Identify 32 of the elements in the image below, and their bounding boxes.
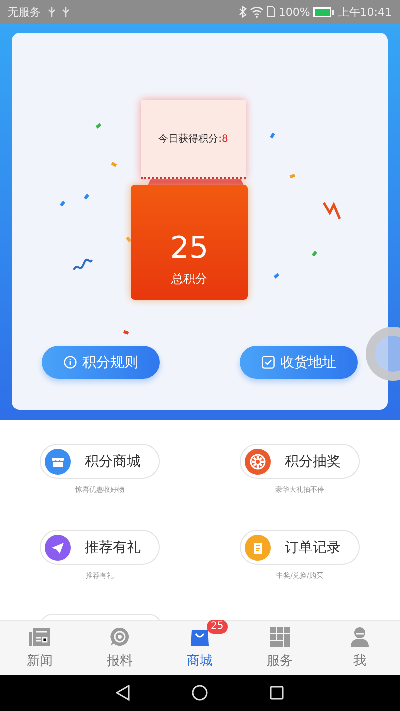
user-icon bbox=[351, 627, 369, 647]
feature-button[interactable]: 积分商城 bbox=[40, 444, 160, 479]
feature-button[interactable]: 积分抽奖 bbox=[240, 444, 360, 479]
grid-icon bbox=[270, 627, 290, 647]
total-points: 25 bbox=[170, 232, 209, 265]
carrier-text: 无服务 bbox=[8, 4, 41, 20]
wifi-icon bbox=[250, 6, 264, 18]
today-points-text: 今日获得积分:8 bbox=[158, 132, 228, 146]
sim-icon bbox=[266, 6, 276, 18]
info-icon bbox=[64, 356, 76, 369]
tab[interactable]: 新闻 bbox=[0, 621, 80, 675]
checkbox-icon bbox=[262, 356, 274, 369]
action-button[interactable]: 积分规则 bbox=[42, 346, 160, 379]
chat-target-icon bbox=[110, 627, 130, 647]
recents-icon[interactable] bbox=[270, 686, 284, 700]
battery-text: 100% bbox=[278, 6, 310, 18]
tab[interactable]: 我 bbox=[320, 621, 400, 675]
tab[interactable]: 服务 bbox=[240, 621, 320, 675]
battery-icon bbox=[313, 6, 336, 18]
tab[interactable]: 25 商城 bbox=[160, 621, 240, 675]
newspaper-icon bbox=[29, 627, 51, 647]
home-icon[interactable] bbox=[192, 685, 208, 701]
action-button[interactable]: 收货地址 bbox=[240, 346, 358, 379]
total-points-label: 总积分 bbox=[172, 271, 208, 288]
feature-button[interactable]: 推荐有礼 bbox=[40, 530, 160, 565]
back-icon[interactable] bbox=[116, 685, 130, 701]
clock-text: 上午10:41 bbox=[338, 4, 392, 20]
count-badge: 25 bbox=[207, 620, 228, 634]
shopping-bag-icon bbox=[190, 627, 210, 647]
feature-button[interactable]: 订单记录 bbox=[240, 530, 360, 565]
tab[interactable]: 报料 bbox=[80, 621, 160, 675]
bluetooth-icon bbox=[238, 6, 247, 18]
